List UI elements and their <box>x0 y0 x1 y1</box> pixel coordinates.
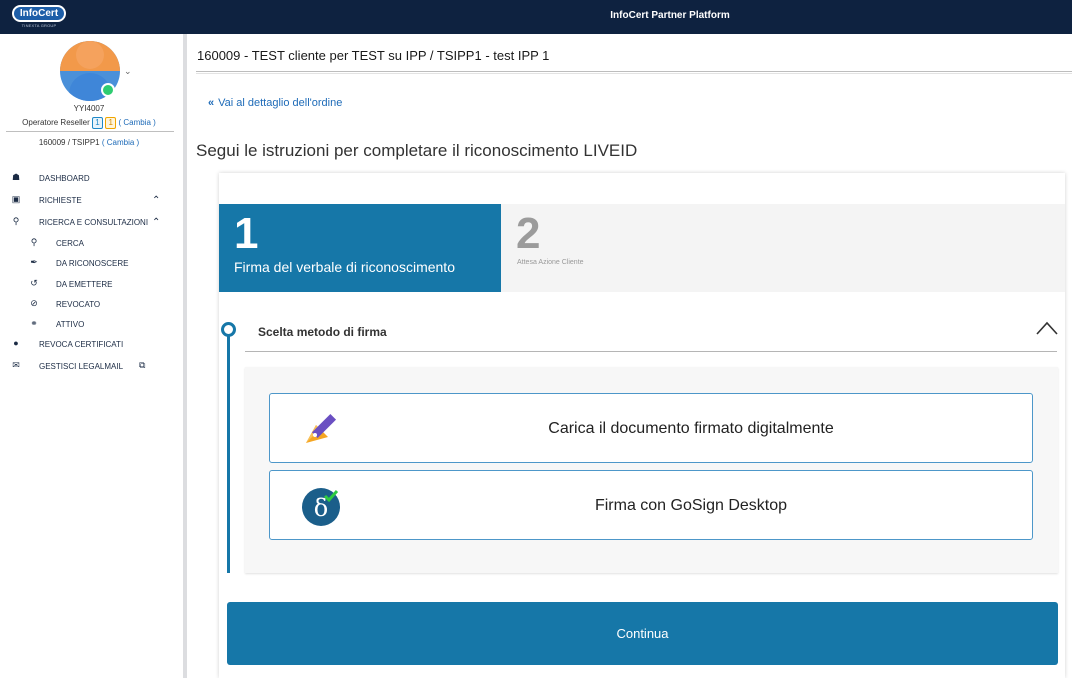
sidebar: ⌄ YYI4007 Operatore Reseller 1 1 ( Cambi… <box>0 34 183 678</box>
sidebar-item-revocato[interactable]: ⊘ REVOCATO <box>0 297 178 313</box>
app-title: InfoCert Partner Platform <box>610 10 730 21</box>
option-label: Carica il documento firmato digitalmente <box>548 420 834 437</box>
back-link-label: Vai al dettaglio dell'ordine <box>218 97 343 109</box>
role-line: Operatore Reseller 1 1 ( Cambia ) <box>0 117 178 129</box>
sidebar-item-label: REVOCA CERTIFICATI <box>39 340 124 349</box>
gosign-desktop-option[interactable]: δ Firma con GoSign Desktop <box>269 470 1033 540</box>
sidebar-item-dashboard[interactable]: ☗ DASHBOARD <box>0 171 178 187</box>
chevron-up-icon: ⌃ <box>152 217 161 228</box>
timeline-dot <box>221 322 236 337</box>
logo-subtext: TINEXTA GROUP <box>21 23 57 28</box>
sidebar-item-label: DASHBOARD <box>39 174 90 183</box>
sidebar-item-label: DA EMETTERE <box>56 280 113 289</box>
sidebar-item-ricerca[interactable]: ⚲ RICERCA E CONSULTAZIONI ⌃ <box>0 215 178 231</box>
double-chevron-left-icon: « <box>208 97 215 109</box>
step-2-label: Attesa Azione Cliente <box>517 259 584 266</box>
logo-text: InfoCert <box>12 5 66 22</box>
header-divider <box>196 71 1072 74</box>
page-title: 160009 - TEST cliente per TEST su IPP / … <box>197 48 550 63</box>
ban-icon: ⊘ <box>30 298 38 308</box>
search-icon: ⚲ <box>30 237 38 247</box>
sidebar-item-revoca-certificati[interactable]: ● REVOCA CERTIFICATI <box>0 337 178 353</box>
step-1-number: 1 <box>234 209 259 258</box>
step-1-label: Firma del verbale di riconoscimento <box>234 259 455 275</box>
timeline-line <box>227 330 230 573</box>
back-to-order-link[interactable]: «Vai al dettaglio dell'ordine <box>208 97 342 109</box>
sidebar-item-label: DA RICONOSCERE <box>56 259 129 268</box>
instructions-heading: Segui le istruzioni per completare il ri… <box>196 141 638 160</box>
pen-icon: ✒ <box>30 257 38 267</box>
continue-button[interactable]: Continua <box>227 602 1058 665</box>
spinner-icon: ↺ <box>30 278 38 288</box>
infocert-logo[interactable]: InfoCert TINEXTA GROUP <box>12 5 66 29</box>
sidebar-divider <box>6 131 174 132</box>
change-role-link[interactable]: ( Cambia ) <box>118 118 155 127</box>
briefcase-icon: ▣ <box>11 194 21 204</box>
home-icon: ☗ <box>11 172 21 182</box>
upload-pen-icon <box>306 413 337 443</box>
role-label: Operatore Reseller <box>22 118 90 128</box>
order-label: 160009 / TSIPP1 <box>38 138 100 147</box>
order-line: 160009 / TSIPP1 ( Cambia ) <box>0 138 178 147</box>
badge-orange: 1 <box>105 117 117 129</box>
badge-blue: 1 <box>92 117 103 129</box>
sidebar-item-da-riconoscere[interactable]: ✒ DA RICONOSCERE <box>0 256 178 272</box>
search-zoom-icon: ⚲ <box>12 216 20 226</box>
avatar-head <box>76 41 104 69</box>
top-bar: InfoCert TINEXTA GROUP InfoCert Partner … <box>0 0 1072 34</box>
chevron-down-icon[interactable]: ⌄ <box>124 66 132 77</box>
external-link-icon: ⧉ <box>139 360 146 370</box>
sidebar-item-label: RICERCA E CONSULTAZIONI <box>39 218 149 227</box>
sidebar-item-da-emettere[interactable]: ↺ DA EMETTERE <box>0 277 178 293</box>
mail-users-icon: ✉ <box>12 360 20 370</box>
chevron-up-icon[interactable] <box>1036 320 1058 336</box>
step-2-number: 2 <box>516 209 541 258</box>
sidebar-item-label: REVOCATO <box>56 300 101 309</box>
section-divider <box>245 351 1057 352</box>
certificate-icon: ● <box>13 338 19 348</box>
option-label: Firma con GoSign Desktop <box>594 497 788 514</box>
sidebar-item-label: ATTIVO <box>56 320 85 329</box>
change-order-link[interactable]: ( Cambia ) <box>102 138 139 147</box>
sidebar-item-label: GESTISCI LEGALMAIL <box>39 362 124 371</box>
gosign-icon: δ <box>302 488 340 526</box>
plug-icon: ⚭ <box>30 318 38 328</box>
sidebar-item-gestisci-legalmail[interactable]: ✉ GESTISCI LEGALMAIL ⧉ <box>0 359 178 375</box>
sidebar-item-label: CERCA <box>56 239 85 248</box>
username: YYI4007 <box>73 104 105 113</box>
sidebar-item-cerca[interactable]: ⚲ CERCA <box>0 236 178 252</box>
online-status-indicator <box>101 83 115 97</box>
sidebar-item-richieste[interactable]: ▣ RICHIESTE ⌃ <box>0 193 178 209</box>
sidebar-border <box>183 34 187 678</box>
upload-signed-document-option[interactable]: Carica il documento firmato digitalmente <box>269 393 1033 463</box>
step-1[interactable]: 1 Firma del verbale di riconoscimento <box>219 204 501 292</box>
sidebar-item-label: RICHIESTE <box>39 196 82 205</box>
section-title: Scelta metodo di firma <box>258 325 387 339</box>
sidebar-item-attivo[interactable]: ⚭ ATTIVO <box>0 317 178 333</box>
chevron-up-icon: ⌃ <box>152 195 161 206</box>
